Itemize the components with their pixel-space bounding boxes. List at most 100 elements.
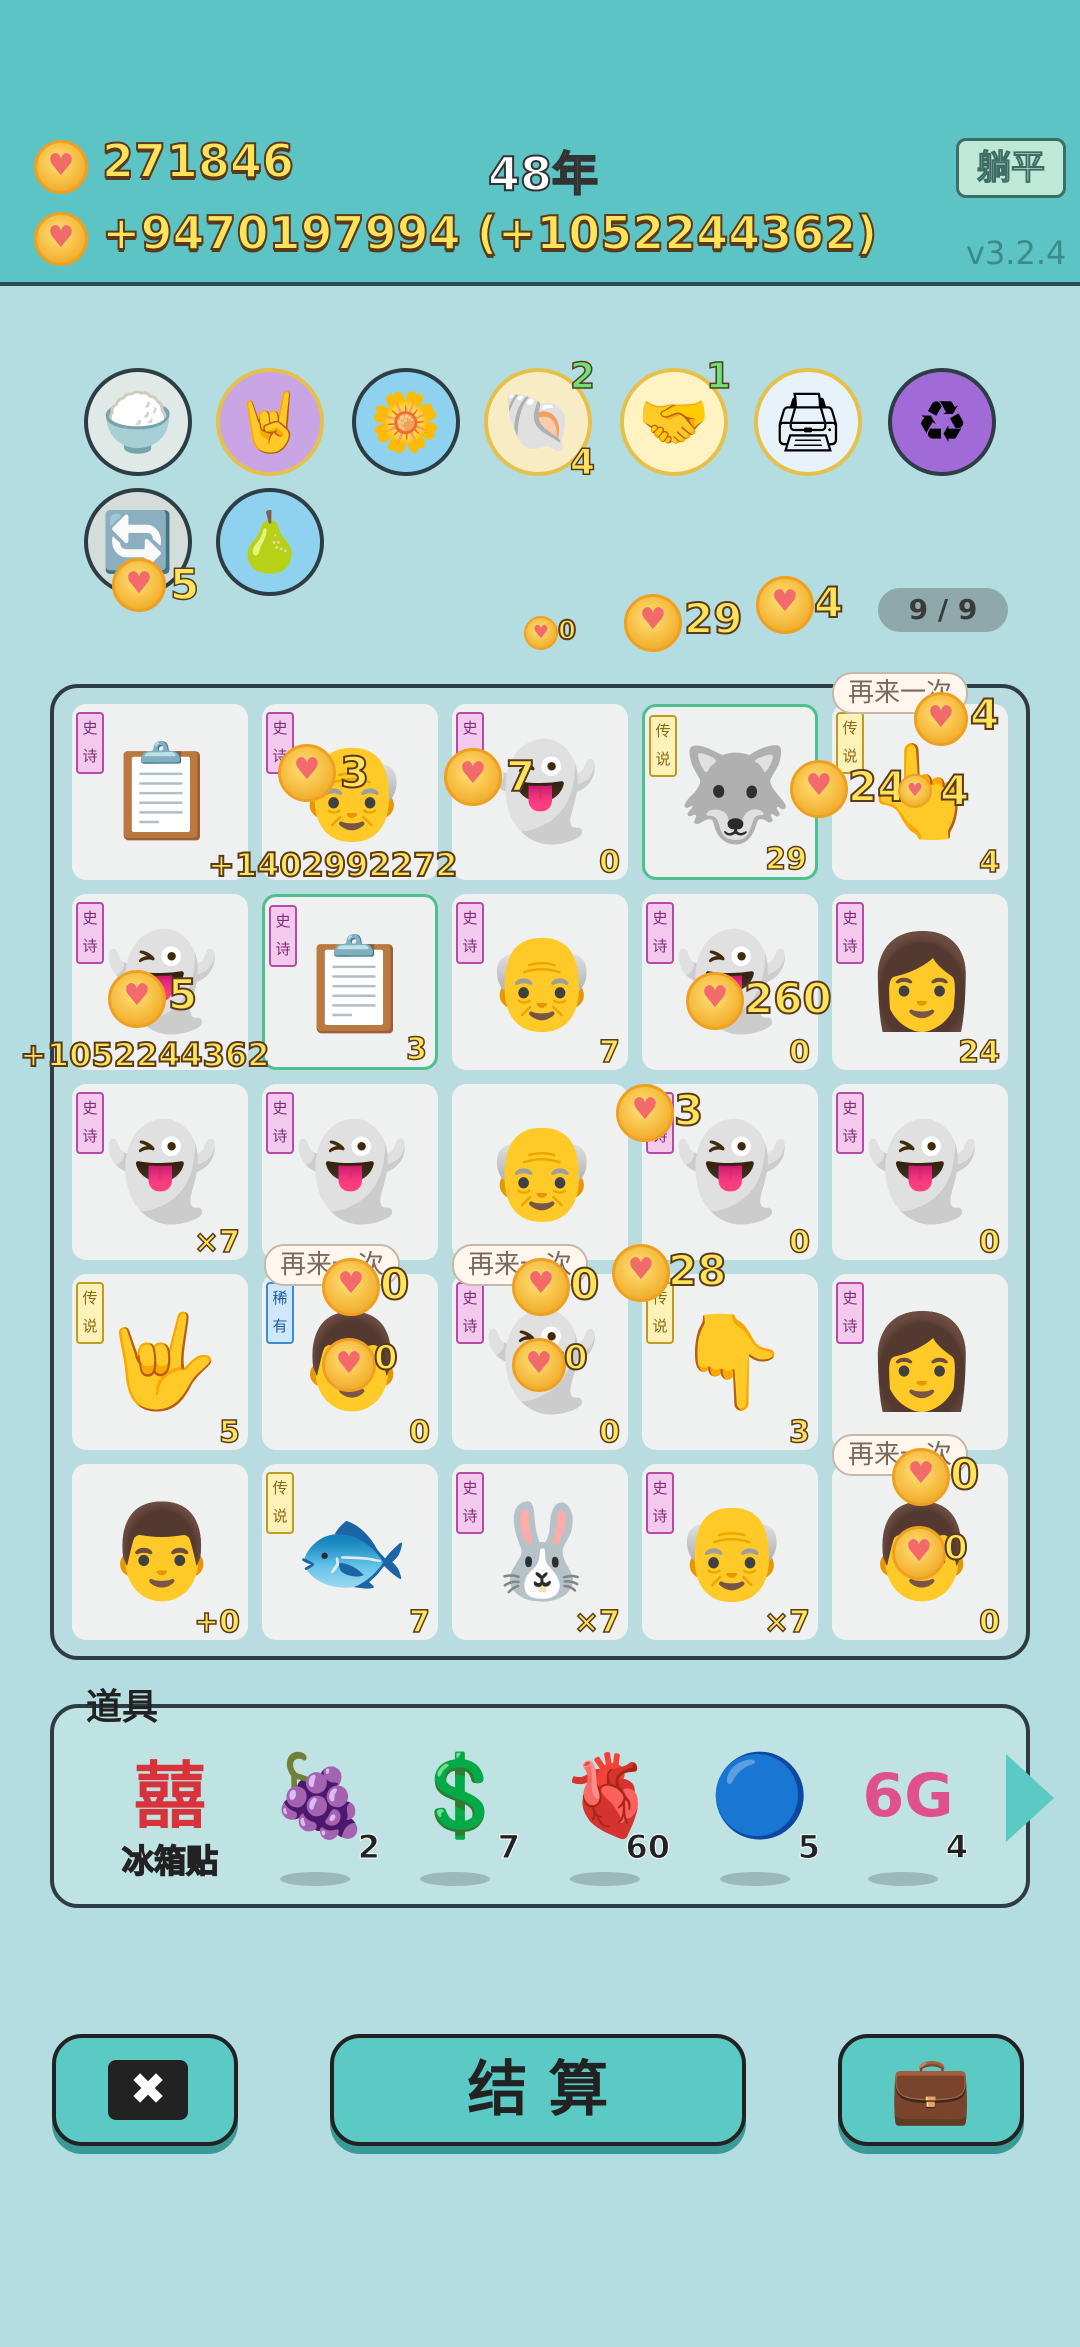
character-icon: 👩	[864, 928, 980, 1035]
prop-item[interactable]: 🔵 5	[700, 1746, 821, 1886]
rarity-tag: 传说	[266, 1472, 294, 1534]
prop-shadow	[868, 1872, 938, 1886]
rarity-tag: 史诗	[456, 902, 484, 964]
character-icon: 👴	[484, 1118, 600, 1225]
side-income-value: +1052244362	[19, 1035, 270, 1075]
version-label: v3.2.4	[966, 234, 1067, 272]
board-cell[interactable]: 史诗 👴 ×7	[642, 1464, 818, 1640]
flower-pot-icon[interactable]: 🌼	[352, 368, 460, 476]
effect-value: 7	[505, 751, 536, 802]
cell-count: 0	[598, 844, 620, 880]
effect-value: 0	[949, 1449, 980, 1500]
rarity-tag: 史诗	[456, 1282, 484, 1344]
cell-count: 4	[978, 844, 1000, 880]
effect-value: 0	[563, 1337, 589, 1379]
board-cell[interactable]: 传说 👇 3	[642, 1274, 818, 1450]
board-cell[interactable]: 史诗👻	[262, 1084, 438, 1260]
prop-item[interactable]: 囍冰箱贴	[110, 1746, 230, 1886]
cell-count: +0	[193, 1604, 241, 1640]
effect-value: 0	[569, 1259, 600, 1310]
effect-value: 3	[673, 1085, 704, 1136]
big-income-value: +1402992272	[207, 845, 458, 885]
rarity-tag: 史诗	[836, 1092, 864, 1154]
character-icon: 👇	[674, 1308, 790, 1415]
character-icon: 👨	[104, 1498, 220, 1605]
character-icon: 👻	[294, 1118, 410, 1225]
board-cell[interactable]: 史诗 👩	[832, 1274, 1008, 1450]
board-cell[interactable]: 史诗 👻 ×7	[72, 1084, 248, 1260]
prop-item[interactable]: 🫀 60	[550, 1746, 670, 1886]
coin-icon	[790, 760, 848, 818]
coin-icon	[686, 972, 744, 1030]
rarity-tag: 史诗	[836, 902, 864, 964]
prop-count: 5	[797, 1828, 820, 1867]
coin-icon	[914, 692, 968, 746]
character-icon: 👻	[104, 1118, 220, 1225]
printer-icon[interactable]: 🖨	[754, 368, 862, 476]
board-cell[interactable]: 传说 🤟 5	[72, 1274, 248, 1450]
cell-count: 0	[408, 1414, 430, 1450]
floating-value: 29	[683, 593, 743, 644]
cell-count: 0	[978, 1224, 1000, 1260]
prop-icon: 囍	[133, 1754, 206, 1838]
close-icon: ✖	[108, 2060, 188, 2120]
coin-icon	[524, 616, 558, 650]
cell-count: 3	[405, 1031, 427, 1067]
character-icon: 🤟	[104, 1308, 220, 1415]
refresh-coin-icon	[112, 558, 166, 612]
prop-item[interactable]: 💲 7	[400, 1746, 521, 1886]
effect-value: 3	[339, 747, 370, 798]
lie-flat-button[interactable]: 躺平	[956, 138, 1066, 198]
handshake-count: 1	[705, 355, 732, 398]
effect-value: 28	[667, 1245, 727, 1296]
board-cell[interactable]: 👴	[452, 1084, 628, 1260]
character-icon: 📋	[104, 738, 220, 845]
prop-count: 2	[357, 1828, 380, 1867]
prop-shadow	[420, 1872, 490, 1886]
prop-shadow	[280, 1872, 350, 1886]
close-button[interactable]: ✖	[52, 2034, 238, 2146]
cell-count: 0	[788, 1034, 810, 1070]
character-icon: 👻	[864, 1118, 980, 1225]
bag-button[interactable]: 💼	[838, 2034, 1024, 2146]
settle-button[interactable]: 结 算	[330, 2034, 746, 2146]
effect-value: 260	[743, 973, 833, 1024]
board-cell[interactable]: 👨 +0	[72, 1464, 248, 1640]
coin-icon	[444, 748, 502, 806]
floating-value: 0	[557, 615, 577, 647]
rice-bowl-icon[interactable]: 🍚	[84, 368, 192, 476]
cell-count: ×7	[193, 1224, 241, 1260]
gold-amount: 271846	[101, 133, 295, 189]
coin-icon	[322, 1338, 376, 1392]
cell-count: 7	[408, 1604, 430, 1640]
character-icon: 👻	[484, 738, 600, 845]
rarity-tag: 史诗	[646, 902, 674, 964]
rarity-tag: 史诗	[269, 905, 297, 967]
slot-counter: 9 / 9	[878, 588, 1008, 632]
income-coin-icon	[34, 212, 88, 266]
income-amount: +9470197994 (+1052244362)	[101, 205, 878, 261]
coin-icon	[278, 744, 336, 802]
board-cell[interactable]: 史诗👻0	[832, 1084, 1008, 1260]
shell-bottom-count: 4	[569, 441, 596, 484]
prop-shadow	[720, 1872, 790, 1886]
chevron-right-icon[interactable]	[1006, 1754, 1054, 1842]
board-cell[interactable]: 传说 🐟 7	[262, 1464, 438, 1640]
cell-count: 3	[788, 1414, 810, 1450]
prop-item[interactable]: 🍇 2	[260, 1746, 381, 1886]
effect-value: 0	[373, 1337, 399, 1379]
board-cell[interactable]: 史诗 👩 24	[832, 894, 1008, 1070]
pomelo-icon[interactable]: 🍐	[216, 488, 324, 596]
coin-icon	[624, 594, 682, 652]
rarity-tag: 史诗	[266, 1092, 294, 1154]
effect-value: 0	[379, 1259, 410, 1310]
character-icon: 🐟	[294, 1498, 410, 1605]
prop-item[interactable]: 6G 4	[848, 1746, 969, 1886]
coin-icon	[616, 1084, 674, 1142]
board-cell[interactable]: 史诗 👴 7	[452, 894, 628, 1070]
recycle-icon[interactable]: ♻	[888, 368, 996, 476]
rock-hand-icon[interactable]: 🤘	[216, 368, 324, 476]
board-cell[interactable]: 史诗 🐰 ×7	[452, 1464, 628, 1640]
board-cell[interactable]: 史诗 📋 3	[262, 894, 438, 1070]
cell-count: 0	[978, 1604, 1000, 1640]
